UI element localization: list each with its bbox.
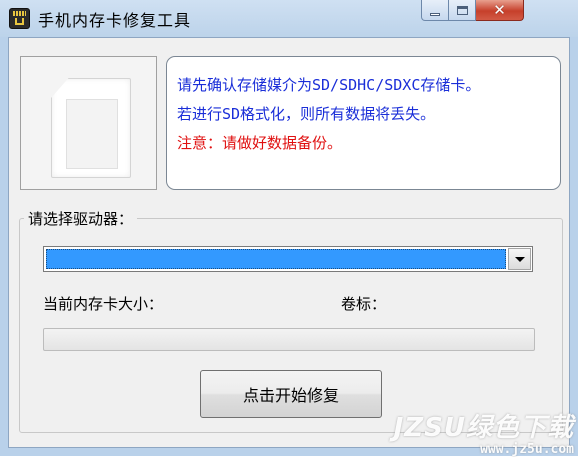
sd-card-icon: [51, 78, 131, 178]
window-title: 手机内存卡修复工具: [38, 11, 192, 30]
app-window: 手机内存卡修复工具 ✕ 请先确认存储媒介为SD/SDHC/SDXC存储卡。 若进…: [0, 0, 578, 456]
sd-card-image-box: [20, 56, 157, 190]
maximize-icon: [456, 5, 468, 15]
minimize-icon: [430, 12, 440, 16]
watermark-main: JZSU绿色下载: [393, 413, 574, 443]
repair-progress-bar: [43, 328, 535, 351]
start-repair-button[interactable]: 点击开始修复: [200, 370, 382, 418]
info-line-card-type: 请先确认存储媒介为SD/SDHC/SDXC存储卡。: [177, 76, 481, 94]
minimize-button[interactable]: [421, 0, 449, 21]
drive-select-value: [46, 249, 506, 269]
drive-group: 请选择驱动器： 当前内存卡大小： 卷标： 点击开始修复: [19, 208, 563, 433]
watermark-url: www.jz5u.com: [480, 442, 574, 457]
dropdown-arrow-icon: [514, 256, 525, 262]
client-area: 请先确认存储媒介为SD/SDHC/SDXC存储卡。 若进行SD格式化，则所有数据…: [8, 37, 570, 448]
close-icon: ✕: [493, 0, 506, 19]
info-panel: 请先确认存储媒介为SD/SDHC/SDXC存储卡。 若进行SD格式化，则所有数据…: [166, 56, 561, 190]
volume-label: 卷标：: [341, 295, 387, 313]
close-button[interactable]: ✕: [476, 0, 524, 21]
title-bar[interactable]: 手机内存卡修复工具 ✕: [0, 0, 578, 37]
drive-select[interactable]: [43, 246, 533, 272]
info-line-backup-notice: 注意：请做好数据备份。: [177, 134, 343, 152]
info-line-format-warning: 若进行SD格式化，则所有数据将丢失。: [177, 105, 436, 123]
drive-select-dropdown-button[interactable]: [508, 248, 531, 270]
maximize-button[interactable]: [449, 0, 476, 21]
card-size-label: 当前内存卡大小：: [43, 295, 164, 313]
drive-group-legend: 请选择驱动器：: [24, 208, 138, 229]
sd-card-app-icon: [9, 8, 30, 29]
site-watermark: JZSU绿色下载 www.jz5u.com: [394, 415, 574, 456]
